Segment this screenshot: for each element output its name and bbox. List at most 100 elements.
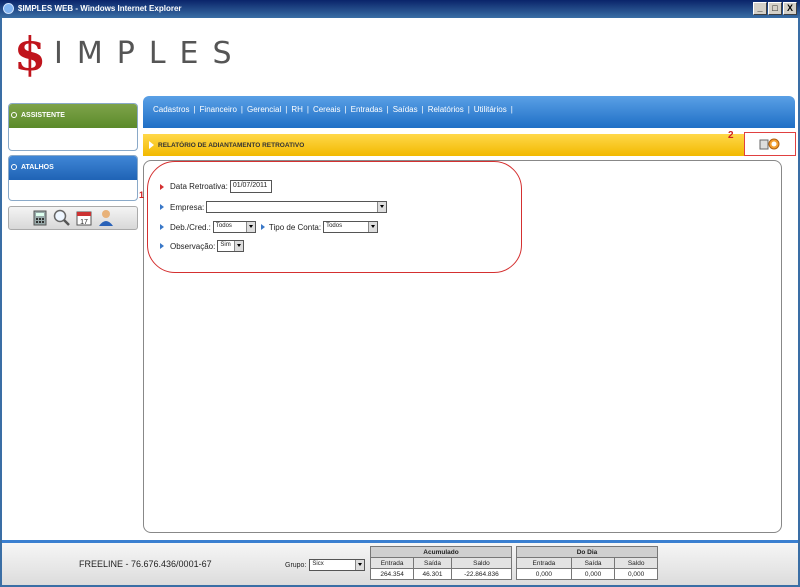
do-dia-saldo: 0,000 [614, 568, 658, 580]
empresa-select[interactable] [206, 201, 388, 213]
column-header: Saldo [614, 557, 658, 569]
menu-separator: | [510, 105, 513, 114]
required-arrow-icon [160, 183, 164, 190]
do-dia-saida: 0,000 [570, 568, 616, 580]
menu-separator: | [467, 105, 470, 114]
browser-icon [3, 3, 14, 14]
menu-separator: | [386, 105, 389, 114]
status-footer: FREELINE - 76.676.436/0001-67 Grupo: Sic… [2, 540, 798, 585]
menu-item-entradas[interactable]: Entradas [351, 105, 383, 128]
acumulado-saldo: -22.864.836 [450, 568, 513, 580]
atalhos-label: ATALHOS [21, 164, 54, 171]
main-menu: Cadastros | Financeiro | Gerencial | RH | Cereai… [143, 96, 795, 128]
user-icon[interactable] [97, 209, 115, 227]
empresa-label: Empresa: [170, 202, 205, 212]
window-title: $IMPLES WEB - Windows Internet Explorer [18, 4, 182, 13]
execute-report-button[interactable] [744, 132, 796, 156]
acumulado-entrada: 264.354 [369, 568, 415, 580]
acumulado-table: Acumulado Entrada Saída Saldo 264.354 46… [369, 546, 513, 580]
data-retroativa-label: Data Retroativa: [170, 182, 228, 191]
menu-item-cereais[interactable]: Cereais [313, 105, 341, 128]
report-title-bar: RELATÓRIO DE ADIANTAMENTO RETROATIVO [143, 134, 795, 156]
tipo-conta-value: Todos [326, 223, 343, 229]
menu-separator: | [193, 105, 196, 114]
close-button[interactable]: X [783, 2, 797, 15]
marker-1: 1 [139, 190, 145, 200]
observacao-select[interactable]: Sim [217, 240, 245, 252]
arrow-icon [149, 141, 154, 149]
acumulado-saida: 46.301 [413, 568, 452, 580]
do-dia-table: Do Dia Entrada Saída Saldo 0,000 0,000 0… [516, 546, 658, 580]
arrow-icon [160, 224, 164, 230]
quick-tools: 17 [8, 206, 138, 230]
menu-separator: | [240, 105, 243, 114]
column-header: Entrada [516, 557, 572, 569]
window-controls: _ □ X [753, 2, 797, 15]
menu-item-saidas[interactable]: Saídas [393, 105, 418, 128]
grupo-select[interactable]: Sicx [309, 559, 366, 571]
logo-text: IMPLES [54, 36, 246, 71]
menu-item-relatorios[interactable]: Relatórios [428, 105, 464, 128]
menu-separator: | [344, 105, 347, 114]
chevron-down-icon [245, 222, 255, 232]
svg-text:17: 17 [80, 219, 88, 226]
atalhos-panel: ATALHOS [8, 155, 138, 201]
menu-item-cadastros[interactable]: Cadastros [153, 105, 189, 128]
atalhos-header[interactable]: ATALHOS [9, 156, 137, 180]
company-info: FREELINE - 76.676.436/0001-67 [79, 559, 212, 569]
assistente-header[interactable]: ASSISTENTE [9, 104, 137, 128]
menu-item-utilitarios[interactable]: Utilitários [474, 105, 507, 128]
column-header: Saldo [450, 557, 513, 569]
window-titlebar: $IMPLES WEB - Windows Internet Explorer … [0, 0, 800, 18]
menu-separator: | [285, 105, 288, 114]
menu-item-gerencial[interactable]: Gerencial [247, 105, 281, 128]
deb-cred-select[interactable]: Todos [212, 221, 256, 233]
calculator-icon[interactable] [31, 209, 49, 227]
observacao-value: Sim [220, 242, 231, 248]
marker-2: 2 [728, 130, 734, 141]
tipo-conta-label: Tipo de Conta: [268, 222, 322, 232]
menu-item-rh[interactable]: RH [291, 105, 303, 128]
acumulado-title: Acumulado [370, 546, 512, 558]
data-retroativa-input[interactable]: 01/07/2011 [229, 180, 272, 193]
grupo-value: Sicx [312, 561, 324, 567]
data-retroativa-row: Data Retroativa: 01/07/2011 [160, 180, 272, 193]
bullet-icon [11, 112, 17, 118]
menu-item-financeiro[interactable]: Financeiro [200, 105, 237, 128]
column-header: Entrada [369, 557, 415, 569]
print-preview-icon [759, 138, 780, 150]
chevron-down-icon [355, 560, 365, 570]
search-icon[interactable] [53, 209, 71, 227]
arrow-icon [160, 243, 164, 249]
chevron-down-icon [234, 241, 244, 251]
bullet-icon [11, 164, 17, 170]
grupo-field: Grupo: Sicx [285, 559, 366, 571]
calendar-icon[interactable]: 17 [75, 209, 93, 227]
observacao-row: Observação: Sim [160, 240, 245, 252]
assistente-label: ASSISTENTE [21, 112, 65, 119]
chevron-down-icon [368, 222, 378, 232]
filter-highlight [147, 161, 522, 273]
tipo-conta-select[interactable]: Todos [323, 221, 379, 233]
report-title: RELATÓRIO DE ADIANTAMENTO RETROATIVO [158, 142, 305, 149]
minimize-button[interactable]: _ [753, 2, 767, 15]
deb-cred-value: Todos [215, 223, 232, 229]
observacao-label: Observação: [170, 241, 216, 251]
maximize-button[interactable]: □ [768, 2, 782, 15]
logo-symbol: $ [14, 27, 47, 81]
empresa-row: Empresa: [160, 201, 388, 213]
app-logo: $ IMPLES [14, 24, 246, 84]
assistente-panel: ASSISTENTE [8, 103, 138, 151]
chevron-down-icon [377, 202, 387, 212]
grupo-label: Grupo: [285, 561, 307, 569]
deb-cred-label: Deb./Cred.: [170, 222, 211, 232]
do-dia-entrada: 0,000 [516, 568, 572, 580]
column-header: Saída [570, 557, 616, 569]
arrow-icon [260, 224, 265, 230]
arrow-icon [160, 204, 164, 210]
menu-separator: | [306, 105, 309, 114]
deb-cred-row: Deb./Cred.: Todos Tipo de Conta: Todos [160, 221, 379, 233]
menu-separator: | [421, 105, 424, 114]
column-header: Saída [413, 557, 452, 569]
do-dia-title: Do Dia [516, 546, 658, 558]
